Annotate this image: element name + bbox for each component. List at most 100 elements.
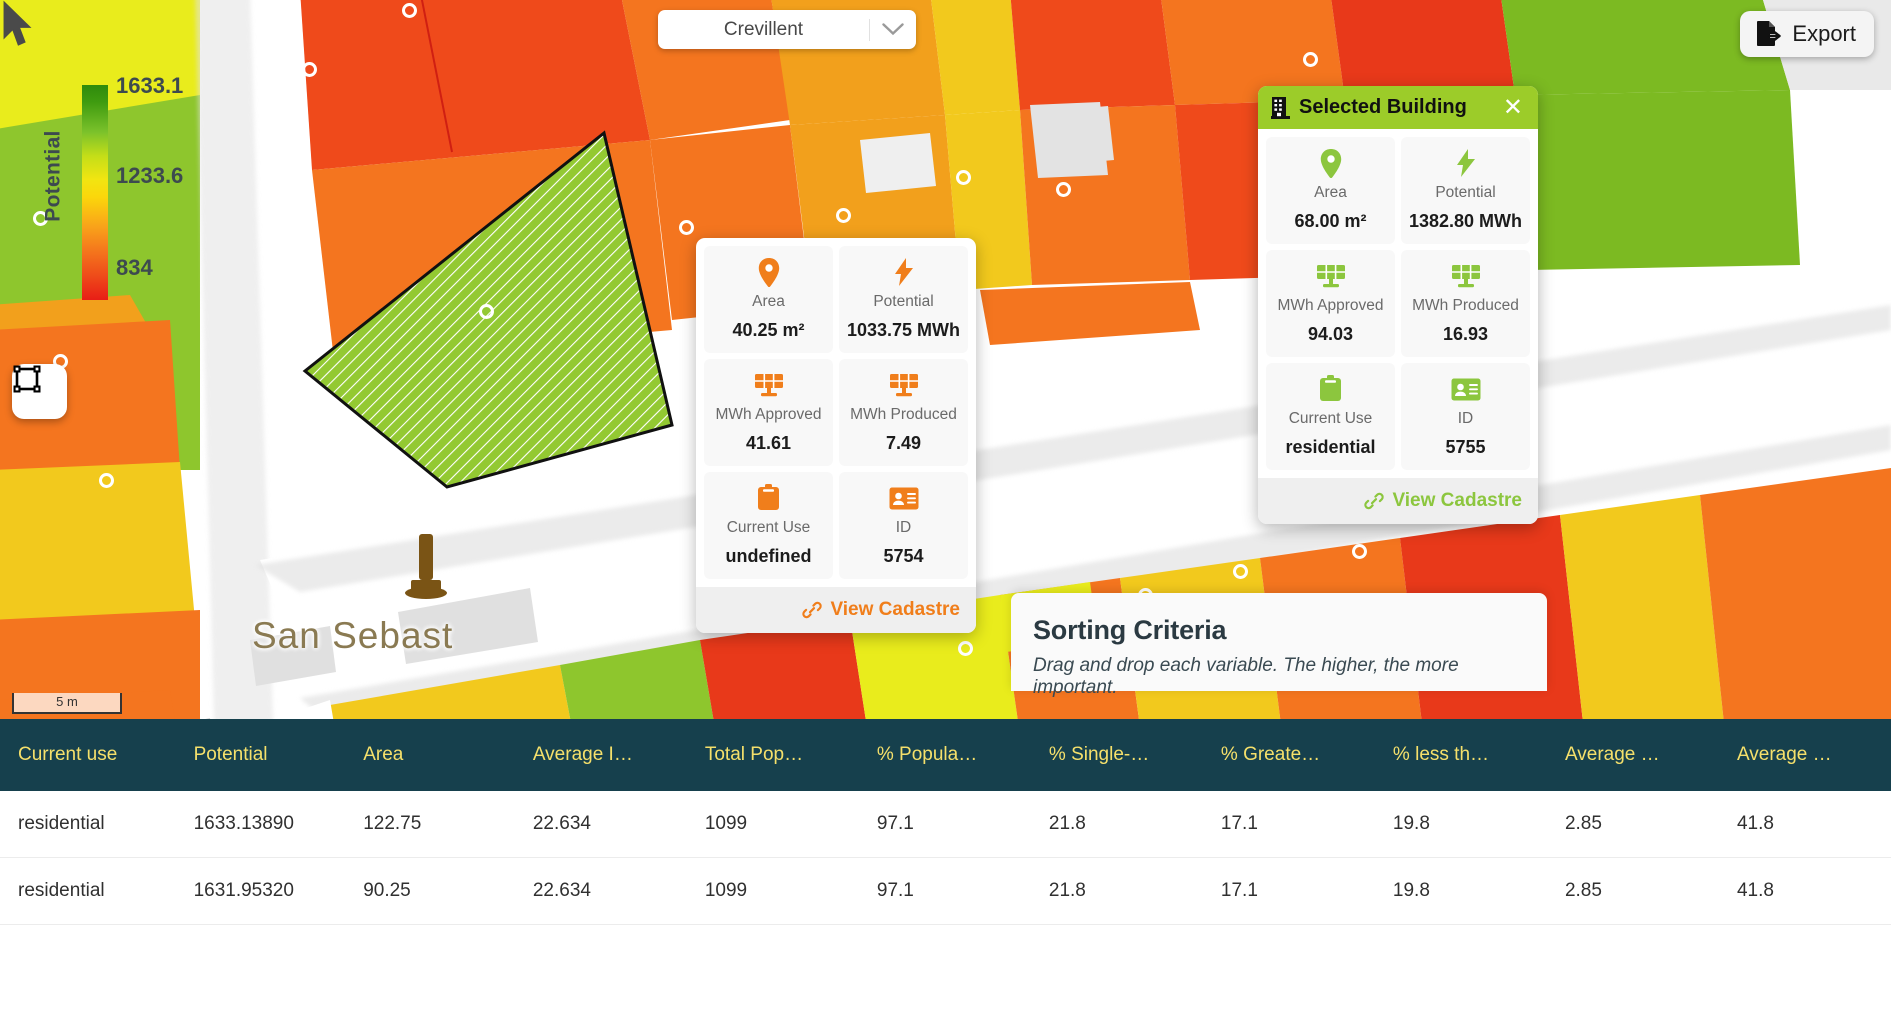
info-key: Current Use (1288, 410, 1373, 427)
map-vertex[interactable] (1056, 182, 1071, 197)
legend-gradient-bar (82, 85, 108, 300)
legend-tick-low: 834 (116, 255, 153, 280)
info-key: Potential (1435, 184, 1496, 201)
info-cell-area: Area 40.25 m² (704, 246, 833, 353)
map-pin-icon (708, 257, 829, 287)
info-value: 94.03 (1307, 324, 1354, 344)
info-key: MWh Approved (715, 406, 822, 423)
view-cadastre-link[interactable]: View Cadastre (696, 587, 976, 633)
map-vertex[interactable] (479, 304, 494, 319)
table-cell: residential (0, 857, 176, 925)
building-icon (1271, 96, 1290, 119)
solar-panel-icon (843, 371, 964, 399)
column-header-average-10[interactable]: Average … (1718, 719, 1891, 791)
table-cell: 21.8 (1030, 791, 1203, 858)
info-key: Current Use (726, 519, 811, 536)
column-header-pct-popula[interactable]: % Popula… (858, 719, 1031, 791)
results-table[interactable]: Current use Potential Area Average I… To… (0, 719, 1891, 1034)
info-key: MWh Produced (1412, 297, 1519, 314)
map-vertex[interactable] (1303, 52, 1318, 67)
sb-view-cadastre-link[interactable]: View Cadastre (1258, 478, 1538, 524)
table-cell: 22.634 (514, 791, 687, 858)
sorting-criteria-panel[interactable]: Sorting Criteria Drag and drop each vari… (1011, 593, 1547, 698)
sorting-criteria-subtitle: Drag and drop each variable. The higher,… (1033, 655, 1459, 698)
bounding-box-tool-button[interactable] (12, 364, 67, 419)
table-cell: 22.634 (514, 857, 687, 925)
info-value: 68.00 m² (1294, 211, 1367, 231)
info-key: ID (895, 519, 912, 536)
column-header-average-9[interactable]: Average … (1546, 719, 1719, 791)
map-vertex[interactable] (302, 62, 317, 77)
table-row[interactable]: residential 1633.13890 122.75 22.634 109… (0, 791, 1891, 858)
info-value: undefined (725, 546, 812, 566)
map-vertex[interactable] (1352, 544, 1367, 559)
lightning-icon (843, 258, 964, 286)
info-value: 16.93 (1442, 324, 1489, 344)
map-vertex[interactable] (958, 641, 973, 656)
chevron-down-icon[interactable] (870, 23, 916, 36)
potential-legend: Potential 1633.1 1233.6 834 (30, 60, 190, 300)
selected-building-title: Selected Building (1299, 96, 1467, 118)
column-header-potential[interactable]: Potential (175, 719, 346, 791)
table-cell: 21.8 (1030, 857, 1203, 925)
table-cell: 19.8 (1374, 791, 1547, 858)
monument-icon (405, 534, 447, 599)
map-vertex[interactable] (1233, 564, 1248, 579)
sorting-criteria-title: Sorting Criteria (1033, 615, 1227, 645)
sb-cell-id: ID 5755 (1401, 363, 1530, 470)
column-header-average-i[interactable]: Average I… (514, 719, 687, 791)
table-cell: residential (0, 791, 176, 858)
solar-panel-icon (1270, 262, 1391, 290)
bounding-box-icon (13, 365, 41, 393)
export-label: Export (1792, 21, 1856, 46)
info-value: 40.25 m² (732, 320, 805, 340)
table-cell: 90.25 (345, 857, 515, 925)
info-key: Potential (873, 293, 934, 310)
app-root: San Sebast Potential 1633.1 1233.6 834 5… (0, 0, 1891, 1034)
view-cadastre-label: View Cadastre (830, 599, 960, 620)
info-value: 5754 (883, 546, 924, 566)
info-cell-mwh-produced: MWh Produced 7.49 (839, 359, 968, 466)
clipboard-icon (1270, 375, 1391, 403)
id-card-icon (843, 484, 964, 512)
map-vertex[interactable] (402, 3, 417, 18)
export-button[interactable]: Export (1740, 11, 1874, 57)
info-value: residential (1285, 437, 1376, 457)
link-icon (802, 601, 823, 619)
column-header-pct-less-th[interactable]: % less th… (1374, 719, 1547, 791)
file-export-icon (1757, 21, 1782, 46)
cursor-arrow-icon (3, 0, 32, 46)
legend-tick-mid: 1233.6 (116, 163, 184, 188)
municipality-select[interactable]: Crevillent (658, 10, 916, 49)
sb-cell-mwh-approved: MWh Approved 94.03 (1266, 250, 1395, 357)
column-header-total-pop[interactable]: Total Pop… (686, 719, 859, 791)
close-icon[interactable]: ✕ (1501, 95, 1525, 120)
table-cell: 41.8 (1718, 857, 1891, 925)
table-cell: 19.8 (1374, 857, 1547, 925)
column-header-area[interactable]: Area (345, 719, 515, 791)
map-vertex[interactable] (679, 220, 694, 235)
table-row[interactable]: residential 1631.95320 90.25 22.634 1099… (0, 857, 1891, 925)
building-info-popup[interactable]: Area 40.25 m² Potential 1033.75 MWh MWh … (696, 238, 976, 633)
selected-building-grid: Area 68.00 m² Potential 1382.80 MWh MWh … (1258, 129, 1538, 478)
solar-panel-icon (1405, 262, 1526, 290)
info-key: Area (1314, 184, 1347, 201)
column-header-current-use[interactable]: Current use (0, 719, 176, 791)
info-value: 7.49 (885, 433, 922, 453)
info-value: 1033.75 MWh (846, 320, 961, 340)
scalebar-label: 5 m (56, 693, 78, 709)
table-cell: 1631.95320 (175, 857, 346, 925)
municipality-value: Crevillent (723, 18, 804, 40)
table-cell: 1099 (686, 791, 859, 858)
table-cell: 41.8 (1718, 791, 1891, 858)
column-header-pct-greater[interactable]: % Greate… (1202, 719, 1375, 791)
info-cell-id: ID 5754 (839, 472, 968, 579)
map-vertex[interactable] (956, 170, 971, 185)
table-cell: 2.85 (1546, 857, 1719, 925)
sb-cell-area: Area 68.00 m² (1266, 137, 1395, 244)
info-key: ID (1457, 410, 1474, 427)
column-header-pct-single[interactable]: % Single-… (1030, 719, 1203, 791)
map-vertex[interactable] (836, 208, 851, 223)
map-vertex[interactable] (99, 473, 114, 488)
selected-building-panel[interactable]: Selected Building ✕ Area 68.00 m² Potent… (1258, 86, 1538, 524)
